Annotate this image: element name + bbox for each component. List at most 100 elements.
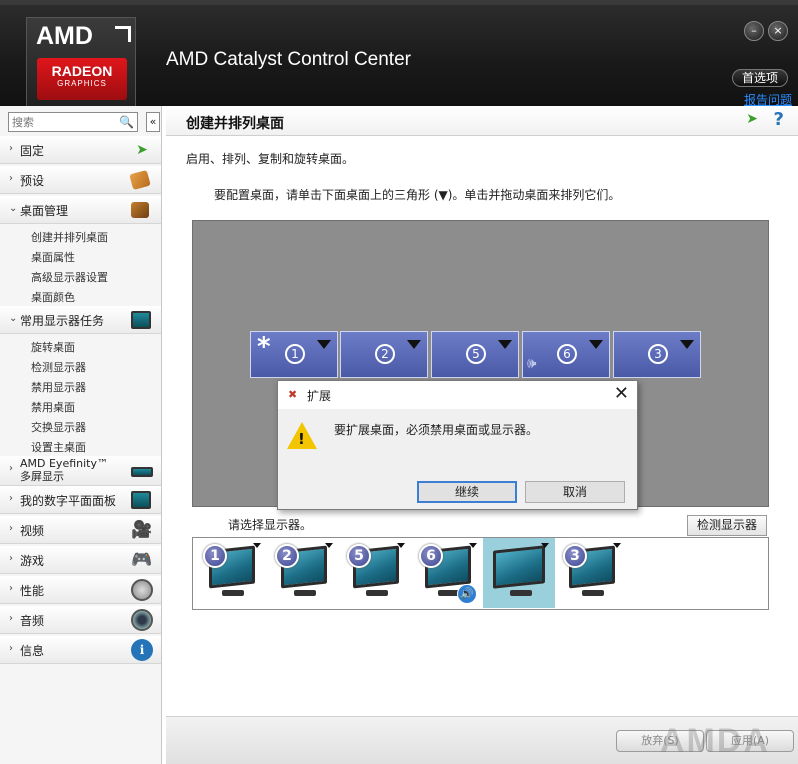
chevron-right-icon: › [9, 173, 13, 184]
monitor-6[interactable]: 6 🔊 [411, 538, 483, 608]
sidebar-item-label: 固定 [20, 144, 45, 158]
chevron-right-icon: › [9, 523, 13, 534]
desktop-number: 1 [285, 344, 305, 364]
gamepad-icon: 🎮 [131, 550, 153, 570]
monitor-menu-triangle-icon[interactable] [541, 543, 549, 548]
sidebar-item-pinned[interactable]: › 固定 ➤ [0, 136, 161, 164]
search-box[interactable]: 🔍 [8, 112, 138, 132]
app-title: AMD Catalyst Control Center [166, 49, 411, 70]
minimize-button[interactable]: – [744, 21, 764, 41]
sidebar-item-information[interactable]: › 信息 i [0, 636, 161, 664]
sidebar-item-label: 预设 [20, 174, 45, 188]
sidebar: 🔍 « › 固定 ➤ › 预设 ⌄ 桌面管理 创建并排列桌面 桌面属性 高级显示… [0, 106, 162, 764]
monitor-number-badge: 5 [347, 544, 371, 568]
logo-amd-text: AMD [36, 22, 93, 50]
continue-button[interactable]: 继续 [417, 481, 517, 503]
sidebar-item-label: 游戏 [20, 554, 45, 568]
sub-item-swap-displays[interactable]: 交换显示器 [31, 419, 86, 435]
sub-item-create-arrange[interactable]: 创建并排列桌面 [31, 229, 108, 245]
monitor-menu-triangle-icon[interactable] [613, 543, 621, 548]
extend-dialog: ✖ 扩展 ✕ ! 要扩展桌面，必须禁用桌面或显示器。 继续 取消 [277, 380, 638, 510]
sidebar-item-presets[interactable]: › 预设 [0, 166, 161, 194]
sidebar-item-video[interactable]: › 视频 🎥 [0, 516, 161, 544]
monitor-number-badge: 6 [419, 544, 443, 568]
monitor-number-badge: 1 [203, 544, 227, 568]
sidebar-item-audio[interactable]: › 音频 [0, 606, 161, 634]
desktop-tile-5[interactable]: 5 [431, 331, 519, 378]
monitor-number-badge: 3 [563, 544, 587, 568]
sidebar-item-label: 我的数字平面面板 [20, 494, 117, 508]
dialog-close-button[interactable]: ✕ [614, 383, 629, 404]
warning-exclamation: ! [298, 430, 305, 448]
chevron-right-icon: › [9, 493, 13, 504]
desktop-tile-3[interactable]: 3 [613, 331, 701, 378]
desktop-tile-1[interactable]: * 1 [250, 331, 338, 378]
sub-item-set-primary[interactable]: 设置主桌面 [31, 439, 86, 455]
desktop-menu-triangle-icon[interactable] [407, 340, 421, 349]
monitor-stand [294, 590, 316, 596]
search-icon[interactable]: 🔍 [119, 115, 134, 129]
sidebar-item-display-tasks[interactable]: ⌄ 常用显示器任务 [0, 306, 161, 334]
help-icon[interactable]: ? [774, 109, 784, 130]
sidebar-item-performance[interactable]: › 性能 [0, 576, 161, 604]
sub-item-advanced-display[interactable]: 高级显示器设置 [31, 269, 108, 285]
desktop-number: 3 [648, 344, 668, 364]
dialog-title: 扩展 [307, 389, 332, 403]
desktop-menu-triangle-icon[interactable] [680, 340, 694, 349]
sidebar-item-label: 常用显示器任务 [20, 314, 105, 328]
monitor-unassigned[interactable] [483, 538, 555, 608]
app-header: AMD RADEON GRAPHICS AMD Catalyst Control… [0, 0, 798, 107]
radeon-badge: RADEON GRAPHICS [37, 58, 127, 100]
monitor-2[interactable]: 2 [267, 538, 339, 608]
sidebar-item-label: 性能 [20, 584, 45, 598]
monitor-stand [582, 590, 604, 596]
desktop-tile-2[interactable]: 2 [340, 331, 428, 378]
close-button[interactable]: × [768, 21, 788, 41]
pin-page-icon[interactable]: ➤ [746, 111, 758, 127]
monitor-stand [366, 590, 388, 596]
sub-item-desktop-properties[interactable]: 桌面属性 [31, 249, 75, 265]
chevron-right-icon: › [9, 583, 13, 594]
monitor-menu-triangle-icon[interactable] [397, 543, 405, 548]
monitor-1[interactable]: 1 [195, 538, 267, 608]
monitor-menu-triangle-icon[interactable] [469, 543, 477, 548]
detect-displays-button[interactable]: 检测显示器 [687, 515, 767, 536]
sub-item-disable-display[interactable]: 禁用显示器 [31, 379, 86, 395]
collapse-sidebar-button[interactable]: « [146, 112, 160, 132]
amd-watermark-logo: AMDA [660, 722, 770, 760]
desktop-menu-triangle-icon[interactable] [317, 340, 331, 349]
monitor-stand [510, 590, 532, 596]
sidebar-item-desktop-management[interactable]: ⌄ 桌面管理 [0, 196, 161, 224]
chevron-right-icon: › [9, 143, 13, 154]
cancel-button[interactable]: 取消 [525, 481, 625, 503]
video-camera-icon: 🎥 [131, 520, 153, 540]
desktop-management-icon [131, 199, 153, 221]
chevron-right-icon: › [9, 463, 13, 474]
monitor-3[interactable]: 3 [555, 538, 627, 608]
monitor-menu-triangle-icon[interactable] [253, 543, 261, 548]
sub-item-desktop-color[interactable]: 桌面颜色 [31, 289, 75, 305]
monitor-5[interactable]: 5 [339, 538, 411, 608]
instruction-text: 要配置桌面，请单击下面桌面上的三角形 (▼)。单击并拖动桌面来排列它们。 [214, 188, 621, 202]
desktop-tile-6[interactable]: 🕪 6 [522, 331, 610, 378]
dialog-message: 要扩展桌面，必须禁用桌面或显示器。 [334, 423, 539, 437]
primary-desktop-icon: * [257, 332, 271, 362]
search-input[interactable] [9, 113, 117, 131]
display-selector-strip: 1 2 5 6 🔊 3 [192, 537, 769, 610]
sub-item-rotate-desktop[interactable]: 旋转桌面 [31, 339, 75, 355]
sidebar-item-flat-panel[interactable]: › 我的数字平面面板 [0, 486, 161, 514]
desktop-menu-triangle-icon[interactable] [498, 340, 512, 349]
monitor-number-badge: 2 [275, 544, 299, 568]
info-icon: i [131, 639, 153, 661]
amd-radeon-logo: AMD RADEON GRAPHICS [26, 17, 136, 107]
sub-item-detect-displays[interactable]: 检测显示器 [31, 359, 86, 375]
page-description: 启用、排列、复制和旋转桌面。 [186, 152, 355, 166]
preferences-button[interactable]: 首选项 [732, 69, 788, 87]
sidebar-item-eyefinity[interactable]: › AMD Eyefinity™ 多屏显示 [0, 456, 161, 486]
monitor-menu-triangle-icon[interactable] [325, 543, 333, 548]
sub-item-disable-desktop[interactable]: 禁用桌面 [31, 399, 75, 415]
desktop-menu-triangle-icon[interactable] [589, 340, 603, 349]
select-display-label: 请选择显示器。 [228, 518, 313, 532]
sidebar-item-gaming[interactable]: › 游戏 🎮 [0, 546, 161, 574]
speaker-icon [131, 609, 153, 631]
